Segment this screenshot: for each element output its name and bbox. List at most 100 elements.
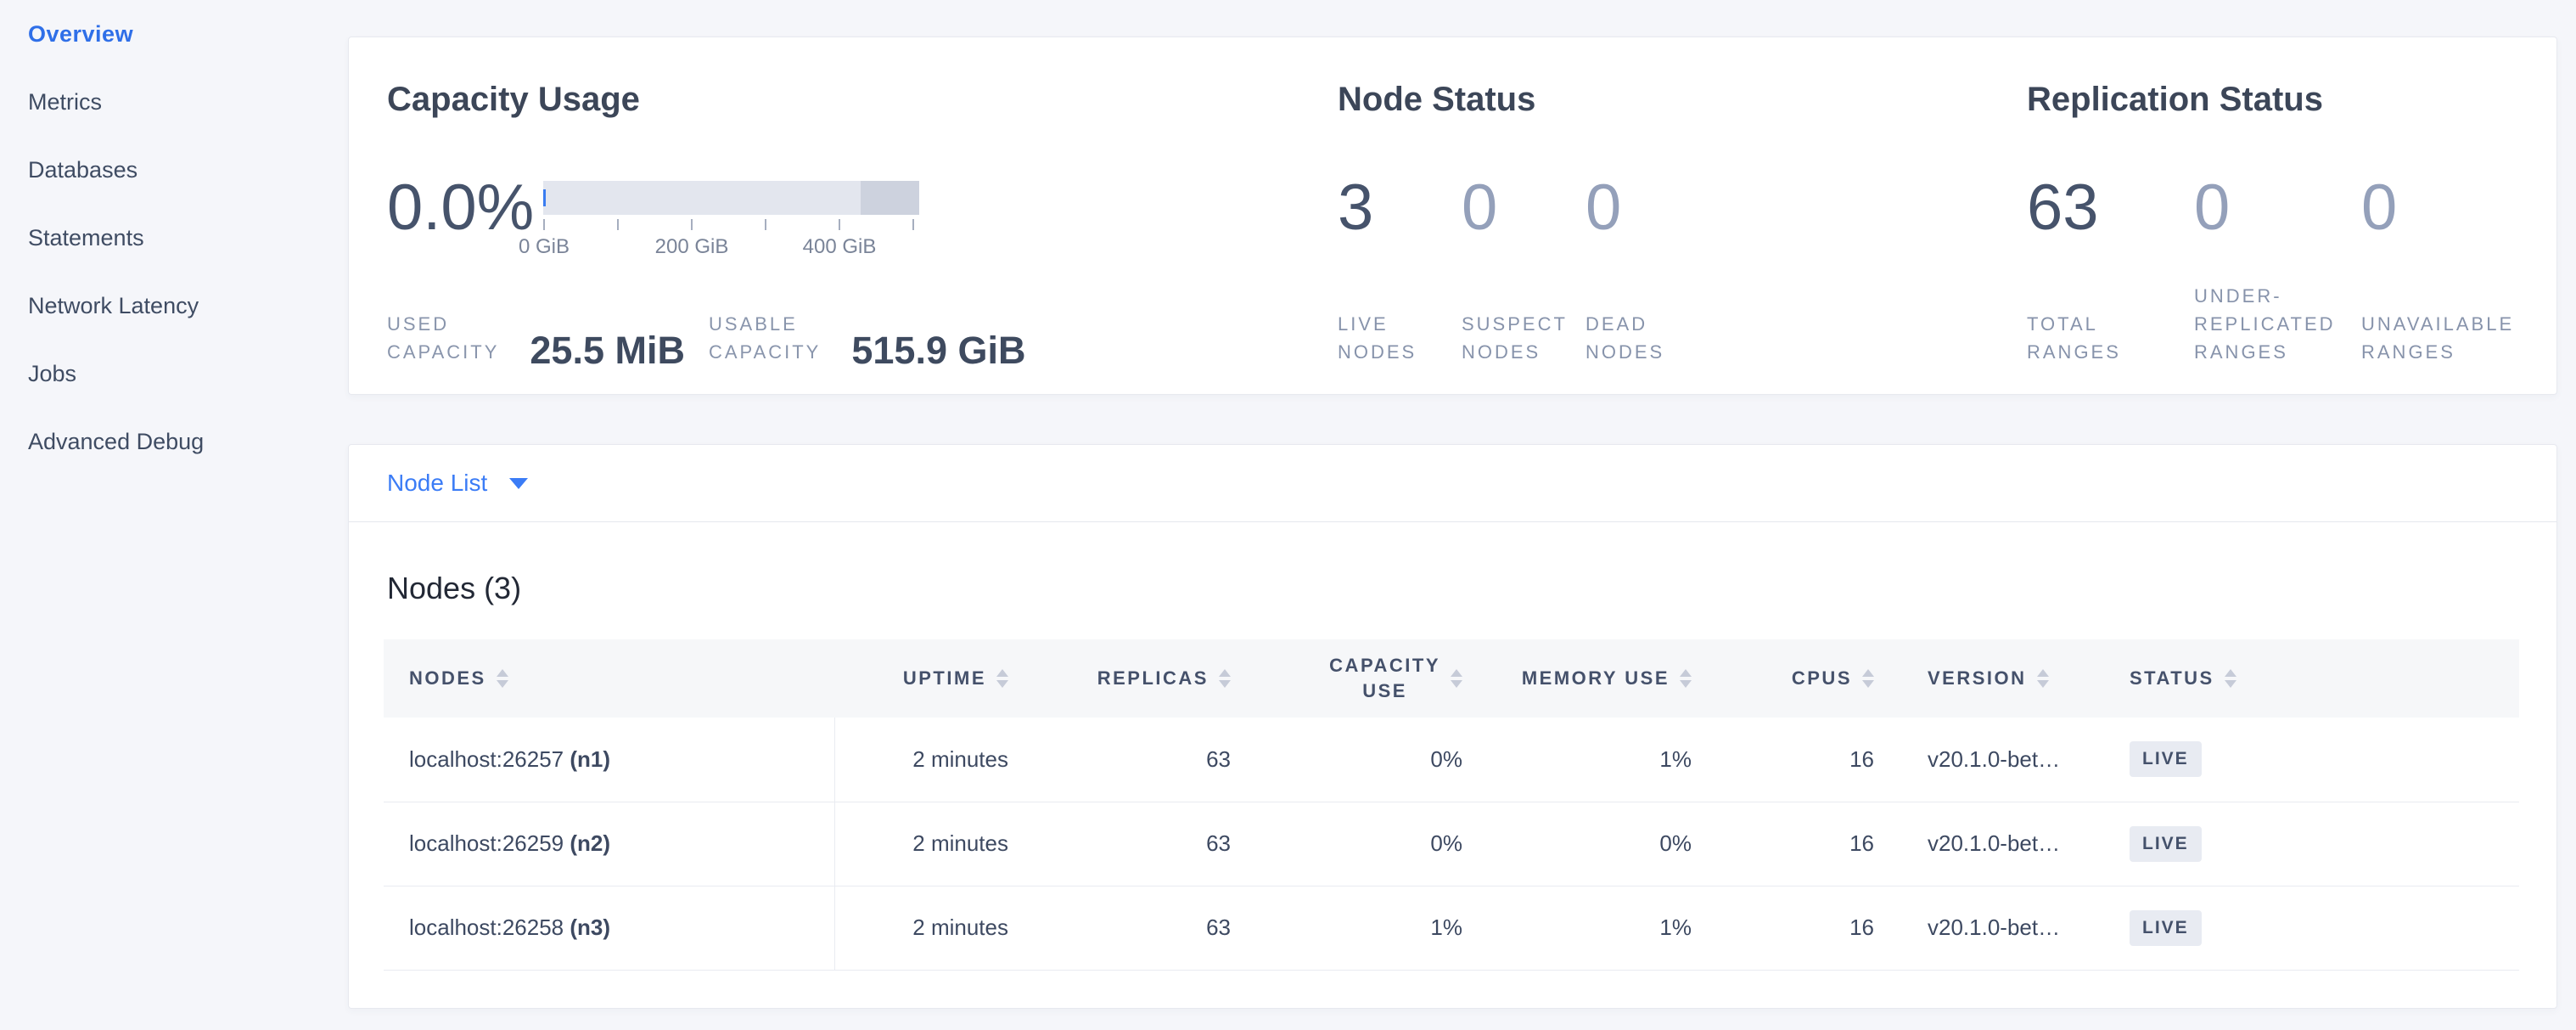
- sidebar-item-label: Databases: [28, 157, 137, 183]
- replicas-cell: 63: [1024, 718, 1246, 802]
- usable-capacity-value: 515.9 GiB: [851, 331, 1025, 369]
- uptime-cell: 2 minutes: [834, 802, 1024, 886]
- main-content: Capacity Usage 0.0%: [348, 0, 2576, 1030]
- node-id: (n3): [570, 915, 610, 940]
- capacity-axis-labels: 0 GiB 200 GiB 400 GiB: [543, 235, 919, 262]
- sidebar-item-label: Jobs: [28, 361, 76, 387]
- memory-use-cell: 1%: [1478, 886, 1707, 970]
- column-header-memory-use[interactable]: MEMORY USE: [1478, 639, 1707, 718]
- axis-tick: [543, 219, 545, 230]
- node-status-labels: LIVE NODES SUSPECT NODES DEAD NODES: [1338, 281, 2027, 366]
- column-header-status[interactable]: STATUS: [2106, 639, 2259, 718]
- capacity-axis: [543, 218, 919, 230]
- sidebar-item-statements[interactable]: Statements: [0, 204, 348, 272]
- live-nodes-count: 3: [1338, 176, 1462, 240]
- column-header-capacity-use[interactable]: CAPACITY USE: [1246, 639, 1478, 718]
- column-header-cpus[interactable]: CPUS: [1707, 639, 1889, 718]
- live-nodes-label: LIVE NODES: [1338, 310, 1462, 366]
- sidebar-item-label: Overview: [28, 21, 133, 48]
- column-header-uptime[interactable]: UPTIME: [834, 639, 1024, 718]
- cpus-cell: 16: [1707, 802, 1889, 886]
- capacity-bar: [543, 181, 919, 215]
- capacity-usage-panel: Capacity Usage 0.0%: [349, 37, 1338, 394]
- sidebar-item-jobs[interactable]: Jobs: [0, 340, 348, 408]
- node-address-cell[interactable]: localhost:26257 (n1): [384, 718, 834, 802]
- memory-use-cell: 1%: [1478, 718, 1707, 802]
- dead-nodes-label: DEAD NODES: [1585, 310, 1709, 366]
- sort-icon: [497, 669, 508, 688]
- capacity-chart: 0.0%: [387, 176, 1338, 262]
- column-header-version[interactable]: VERSION: [1889, 639, 2106, 718]
- under-replicated-ranges-count: 0: [2194, 176, 2361, 240]
- uptime-cell: 2 minutes: [834, 718, 1024, 802]
- node-list-dropdown[interactable]: Node List: [349, 445, 2556, 522]
- sidebar-item-network-latency[interactable]: Network Latency: [0, 272, 348, 340]
- total-ranges-count: 63: [2027, 176, 2194, 240]
- sidebar-item-label: Network Latency: [28, 293, 199, 319]
- used-capacity-stat: USED CAPACITY 25.5 MiB: [387, 310, 685, 369]
- node-address-cell[interactable]: localhost:26259 (n2): [384, 802, 834, 886]
- sidebar-item-overview[interactable]: Overview: [0, 0, 348, 68]
- spacer-cell: [2259, 886, 2519, 970]
- replicas-cell: 63: [1024, 802, 1246, 886]
- total-ranges-label: TOTAL RANGES: [2027, 310, 2194, 366]
- card-bottom-spacer: [349, 971, 2556, 1008]
- status-cell: LIVE: [2106, 886, 2259, 970]
- table-row: localhost:26258 (n3) 2 minutes 63 1% 1% …: [384, 886, 2519, 970]
- column-header-replicas[interactable]: REPLICAS: [1024, 639, 1246, 718]
- sidebar-nav: Overview Metrics Databases Statements Ne…: [0, 0, 348, 1030]
- status-badge: LIVE: [2130, 741, 2202, 777]
- axis-tick: [839, 219, 840, 230]
- dead-nodes-count: 0: [1585, 176, 1709, 240]
- suspect-nodes-label: SUSPECT NODES: [1462, 310, 1585, 366]
- sort-icon: [1451, 669, 1462, 688]
- axis-tick: [912, 219, 914, 230]
- status-badge: LIVE: [2130, 826, 2202, 862]
- status-cell: LIVE: [2106, 718, 2259, 802]
- sidebar-item-databases[interactable]: Databases: [0, 136, 348, 204]
- app-root: Overview Metrics Databases Statements Ne…: [0, 0, 2576, 1030]
- status-cell: LIVE: [2106, 802, 2259, 886]
- nodes-heading: Nodes (3): [387, 570, 2556, 607]
- capacity-bar-area: 0 GiB 200 GiB 400 GiB: [543, 176, 919, 262]
- table-row: localhost:26259 (n2) 2 minutes 63 0% 0% …: [384, 802, 2519, 886]
- sort-icon: [2037, 669, 2049, 688]
- sort-icon: [1219, 669, 1231, 688]
- unavailable-ranges-count: 0: [2361, 176, 2528, 240]
- column-header-spacer: [2259, 639, 2519, 718]
- chevron-down-icon: [509, 478, 528, 489]
- replicas-cell: 63: [1024, 886, 1246, 970]
- node-id: (n2): [570, 830, 610, 856]
- sort-icon: [1862, 669, 1874, 688]
- replication-status-title: Replication Status: [2027, 79, 2556, 120]
- axis-tick: [617, 219, 619, 230]
- sidebar-item-metrics[interactable]: Metrics: [0, 68, 348, 136]
- version-cell: v20.1.0-bet…: [1889, 718, 2106, 802]
- usable-capacity-label: USABLE CAPACITY: [709, 310, 821, 366]
- table-header-row: NODES UPTIME REPLICAS CAPACITY USE: [384, 639, 2519, 718]
- node-address-cell[interactable]: localhost:26258 (n3): [384, 886, 834, 970]
- uptime-cell: 2 minutes: [834, 886, 1024, 970]
- sidebar-item-advanced-debug[interactable]: Advanced Debug: [0, 408, 348, 476]
- sidebar-item-label: Advanced Debug: [28, 429, 204, 455]
- capacity-use-cell: 0%: [1246, 718, 1478, 802]
- replication-labels: TOTAL RANGES UNDER- REPLICATED RANGES UN…: [2027, 281, 2556, 366]
- capacity-stats-row: USED CAPACITY 25.5 MiB USABLE CAPACITY 5…: [387, 310, 1338, 369]
- spacer-cell: [2259, 718, 2519, 802]
- column-header-nodes[interactable]: NODES: [384, 639, 834, 718]
- node-status-numbers: 3 0 0: [1338, 176, 2027, 240]
- capacity-use-cell: 1%: [1246, 886, 1478, 970]
- used-capacity-value: 25.5 MiB: [530, 331, 685, 369]
- table-row: localhost:26257 (n1) 2 minutes 63 0% 1% …: [384, 718, 2519, 802]
- sort-icon: [996, 669, 1008, 688]
- node-id: (n1): [570, 746, 610, 772]
- sidebar-item-label: Statements: [28, 225, 144, 251]
- memory-use-cell: 0%: [1478, 802, 1707, 886]
- version-cell: v20.1.0-bet…: [1889, 886, 2106, 970]
- replication-status-panel: Replication Status 63 0 0 TOTAL RANGES U…: [2027, 37, 2556, 394]
- nodes-table: NODES UPTIME REPLICAS CAPACITY USE: [384, 639, 2519, 971]
- sort-icon: [2225, 669, 2236, 688]
- version-cell: v20.1.0-bet…: [1889, 802, 2106, 886]
- capacity-usage-title: Capacity Usage: [387, 79, 1338, 120]
- capacity-use-cell: 0%: [1246, 802, 1478, 886]
